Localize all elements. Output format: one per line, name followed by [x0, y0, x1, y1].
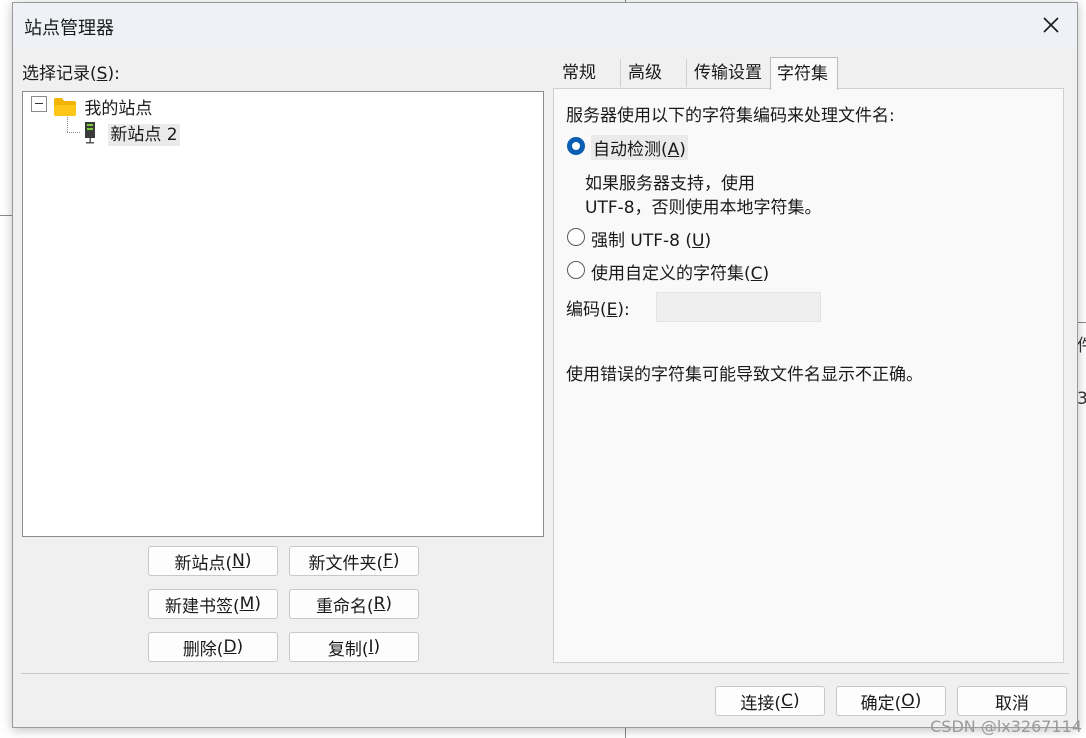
- encoding-label: 编码(E):: [566, 300, 630, 320]
- rename-button[interactable]: 重命名(R): [289, 589, 419, 619]
- radio-auto-detect[interactable]: [567, 137, 585, 155]
- connect-button[interactable]: 连接(C): [715, 686, 825, 716]
- tab-divider: [620, 59, 621, 87]
- new-folder-button[interactable]: 新文件夹(F): [289, 546, 419, 576]
- encoding-input[interactable]: [656, 292, 821, 322]
- tree-item-my-sites[interactable]: 我的站点: [53, 94, 152, 119]
- auto-detect-description: UTF-8，否则使用本地字符集。: [585, 198, 822, 218]
- custom-charset-label[interactable]: 使用自定义的字符集(C): [591, 259, 769, 284]
- window-title: 站点管理器: [24, 18, 114, 39]
- close-button[interactable]: [1029, 5, 1073, 45]
- tab-transfer-settings[interactable]: 传输设置: [688, 57, 770, 89]
- tab-divider: [686, 59, 687, 87]
- ok-button[interactable]: 确定(O): [836, 686, 946, 716]
- background-text: 件: [1077, 336, 1086, 356]
- tree-label: 选择记录(S):: [22, 64, 120, 84]
- delete-button[interactable]: 删除(D): [148, 632, 278, 662]
- collapse-icon: [35, 103, 43, 104]
- auto-detect-label[interactable]: 自动检测(A): [591, 135, 688, 160]
- tree-item-new-site-2[interactable]: 新站点 2: [83, 120, 180, 146]
- server-icon: [85, 122, 95, 144]
- close-icon: [1043, 17, 1059, 33]
- folder-icon: [54, 98, 76, 116]
- new-site-button[interactable]: 新站点(N): [148, 546, 278, 576]
- site-tree[interactable]: 我的站点 新站点 2: [22, 91, 544, 537]
- tab-general[interactable]: 常规: [556, 57, 620, 89]
- site-manager-dialog: 站点管理器 选择记录(S): 我的站点 新站点 2 新站点(N) 新文件夹(…: [12, 2, 1078, 728]
- tree-item-label: 新站点 2: [108, 124, 180, 146]
- background-edge: [0, 215, 12, 216]
- footer-separator: [21, 673, 1069, 674]
- force-utf8-label[interactable]: 强制 UTF-8 (U): [591, 226, 711, 251]
- charset-panel: 服务器使用以下的字符集编码来处理文件名: 自动检测(A) 如果服务器支持，使用 …: [553, 88, 1064, 663]
- radio-force-utf8[interactable]: [567, 228, 585, 246]
- radio-custom-charset[interactable]: [567, 261, 585, 279]
- tree-item-label: 我的站点: [84, 99, 153, 119]
- tab-advanced[interactable]: 高级: [622, 57, 686, 89]
- cancel-button[interactable]: 取消: [957, 686, 1067, 716]
- tree-expander[interactable]: [31, 96, 47, 112]
- copy-button[interactable]: 复制(I): [289, 632, 419, 662]
- tab-charset[interactable]: 字符集: [770, 57, 838, 90]
- title-bar: 站点管理器: [13, 3, 1077, 47]
- new-bookmark-button[interactable]: 新建书签(M): [148, 589, 278, 619]
- watermark: CSDN @lx3267114: [930, 717, 1082, 736]
- background-text: 35: [1077, 389, 1086, 409]
- background-edge: [625, 727, 626, 738]
- auto-detect-description: 如果服务器支持，使用: [585, 174, 755, 194]
- charset-heading: 服务器使用以下的字符集编码来处理文件名:: [566, 106, 895, 126]
- charset-warning: 使用错误的字符集可能导致文件名显示不正确。: [566, 365, 923, 385]
